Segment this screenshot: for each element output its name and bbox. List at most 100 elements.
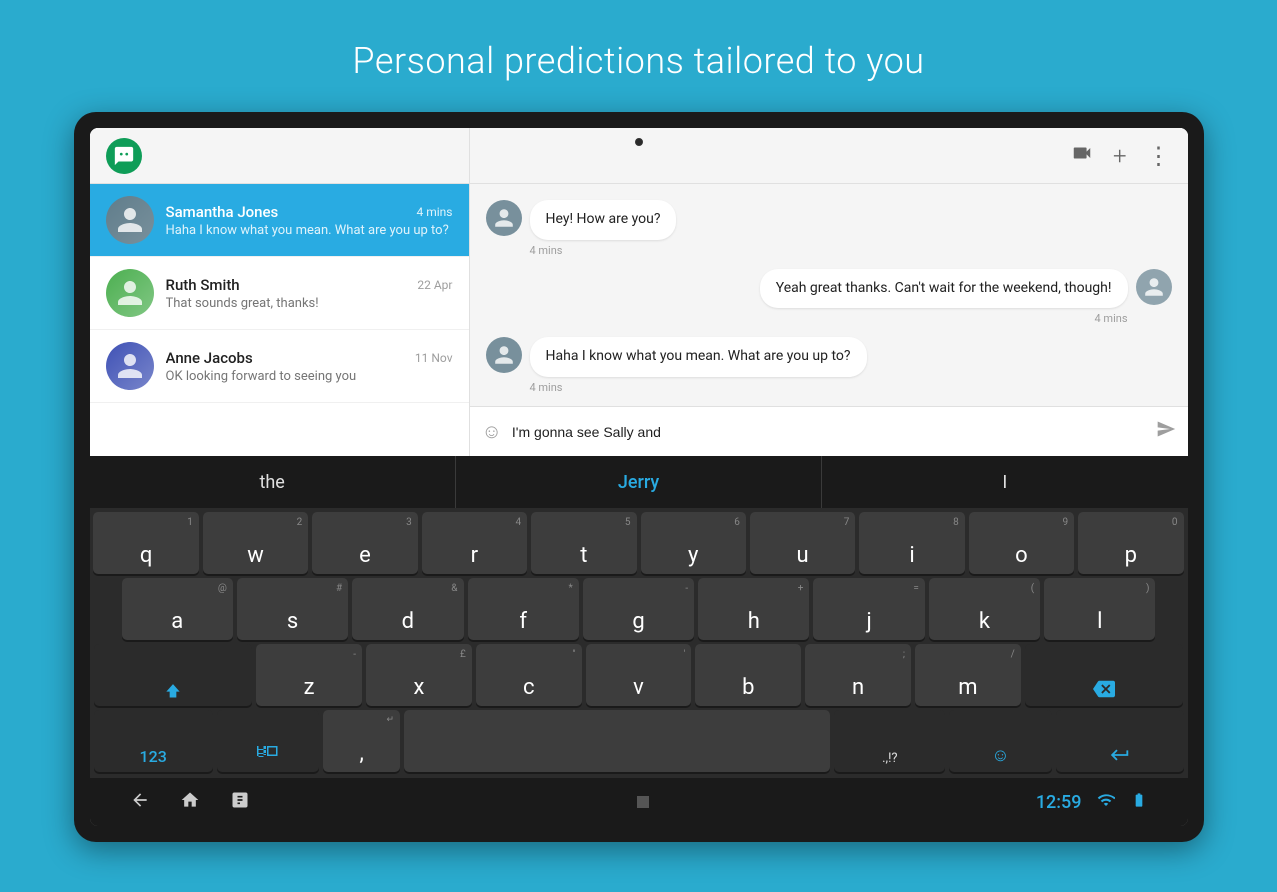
chat-time-samantha: 4 mins [417,205,453,219]
avatar-anne [106,342,154,390]
more-options-icon[interactable]: ⋮ [1147,142,1172,170]
key-shift[interactable] [94,644,253,706]
message-row-2: Yeah great thanks. Can't wait for the we… [486,269,1172,326]
msg-time-1: 4 mins [530,244,677,257]
chat-item-anne[interactable]: Anne Jacobs 11 Nov OK looking forward to… [90,330,469,403]
bubble-3: Haha I know what you mean. What are you … [530,337,867,377]
chat-name-ruth: Ruth Smith [166,276,240,294]
key-z[interactable]: -z [256,644,362,706]
chat-sidebar: Samantha Jones 4 mins Haha I know what y… [90,128,470,456]
add-icon[interactable]: + [1113,142,1127,170]
wifi-icon [1097,791,1115,813]
key-i[interactable]: 8i [859,512,964,574]
key-d[interactable]: &d [352,578,463,640]
key-space[interactable] [404,710,830,772]
key-comma[interactable]: ↵, [323,710,400,772]
key-x[interactable]: £x [366,644,472,706]
chat-preview-ruth: That sounds great, thanks! [166,296,453,311]
key-a[interactable]: @a [122,578,233,640]
tablet-device: Samantha Jones 4 mins Haha I know what y… [74,112,1204,842]
app-area: Samantha Jones 4 mins Haha I know what y… [90,128,1188,456]
key-row-4: 123 ↵, .,!? ☺ [94,710,1184,772]
key-punct[interactable]: .,!? [834,710,945,772]
key-v[interactable]: 'v [586,644,692,706]
chat-time-ruth: 22 Apr [417,278,452,292]
key-row-2: @a #s &d *f -g +h =j (k )l [94,578,1184,640]
message-bubble-1: Hey! How are you? 4 mins [530,200,677,257]
chat-info-ruth: Ruth Smith 22 Apr That sounds great, tha… [166,276,453,311]
key-n[interactable]: ;n [805,644,911,706]
key-c[interactable]: "c [476,644,582,706]
emoji-button[interactable]: ☺ [482,419,502,444]
nav-home-icon[interactable] [180,790,200,815]
key-m[interactable]: /m [915,644,1021,706]
chat-main: + ⋮ Hey! How are you? [470,128,1188,456]
key-j[interactable]: =j [813,578,924,640]
sidebar-top-bar [90,128,469,184]
msg-avatar-2 [1136,269,1172,305]
nav-right-status: 12:59 [1036,791,1148,813]
avatar-samantha [106,196,154,244]
chat-item-ruth[interactable]: Ruth Smith 22 Apr That sounds great, tha… [90,257,469,330]
key-emoji-bottom[interactable]: ☺ [949,710,1051,772]
key-f[interactable]: *f [468,578,579,640]
key-123[interactable]: 123 [94,710,213,772]
key-k[interactable]: (k [929,578,1040,640]
message-bubble-3: Haha I know what you mean. What are you … [530,337,867,394]
page-title: Personal predictions tailored to you [352,40,924,82]
hangouts-logo [106,138,142,174]
battery-icon [1131,792,1147,812]
bubble-1: Hey! How are you? [530,200,677,240]
key-y[interactable]: 6y [641,512,746,574]
chat-info-samantha: Samantha Jones 4 mins Haha I know what y… [166,203,453,238]
key-l[interactable]: )l [1044,578,1155,640]
chat-time-anne: 11 Nov [415,351,453,365]
chat-item-samantha[interactable]: Samantha Jones 4 mins Haha I know what y… [90,184,469,257]
prediction-i[interactable]: I [822,456,1187,508]
message-input[interactable] [512,424,1146,440]
key-b[interactable]: b [695,644,801,706]
msg-time-2: 4 mins [760,312,1128,325]
key-u[interactable]: 7u [750,512,855,574]
video-call-icon[interactable] [1071,142,1093,169]
key-row-3: -z £x "c 'v b ;n /m [94,644,1184,706]
chat-top-bar: + ⋮ [470,128,1188,184]
key-enter[interactable] [1056,710,1184,772]
key-swipe[interactable] [217,710,319,772]
messages-area: Hey! How are you? 4 mins [470,184,1188,406]
message-bubble-2: Yeah great thanks. Can't wait for the we… [760,269,1128,326]
nav-back-icon[interactable] [130,790,150,815]
status-time: 12:59 [1036,792,1082,813]
msg-text-1: Hey! How are you? [546,210,661,230]
msg-avatar-3 [486,337,522,373]
key-s[interactable]: #s [237,578,348,640]
key-o[interactable]: 9o [969,512,1074,574]
msg-time-3: 4 mins [530,381,867,394]
key-p[interactable]: 0p [1078,512,1183,574]
key-backspace[interactable] [1025,644,1184,706]
key-t[interactable]: 5t [531,512,636,574]
key-h[interactable]: +h [698,578,809,640]
bottom-nav-bar: 12:59 [90,778,1188,826]
key-q[interactable]: 1q [93,512,198,574]
chat-preview-samantha: Haha I know what you mean. What are you … [166,223,453,238]
nav-recent-icon[interactable] [230,790,250,815]
send-button[interactable] [1156,419,1176,444]
prediction-the[interactable]: the [90,456,456,508]
chat-name-anne: Anne Jacobs [166,349,253,367]
msg-text-3: Haha I know what you mean. What are you … [546,347,851,367]
keyboard-area: the Jerry I 1q 2w 3e 4r 5t 6y 7u 8i 9o 0… [90,456,1188,826]
key-g[interactable]: -g [583,578,694,640]
key-e[interactable]: 3e [312,512,417,574]
typing-area: ☺ [470,406,1188,456]
camera-dot [635,138,643,146]
message-row-1: Hey! How are you? 4 mins [486,200,1172,257]
predictions-bar: the Jerry I [90,456,1188,508]
key-row-1: 1q 2w 3e 4r 5t 6y 7u 8i 9o 0p [94,512,1184,574]
prediction-jerry[interactable]: Jerry [456,456,822,508]
tablet-screen: Samantha Jones 4 mins Haha I know what y… [90,128,1188,826]
key-w[interactable]: 2w [203,512,308,574]
bubble-2: Yeah great thanks. Can't wait for the we… [760,269,1128,309]
key-r[interactable]: 4r [422,512,527,574]
chat-name-samantha: Samantha Jones [166,203,279,221]
